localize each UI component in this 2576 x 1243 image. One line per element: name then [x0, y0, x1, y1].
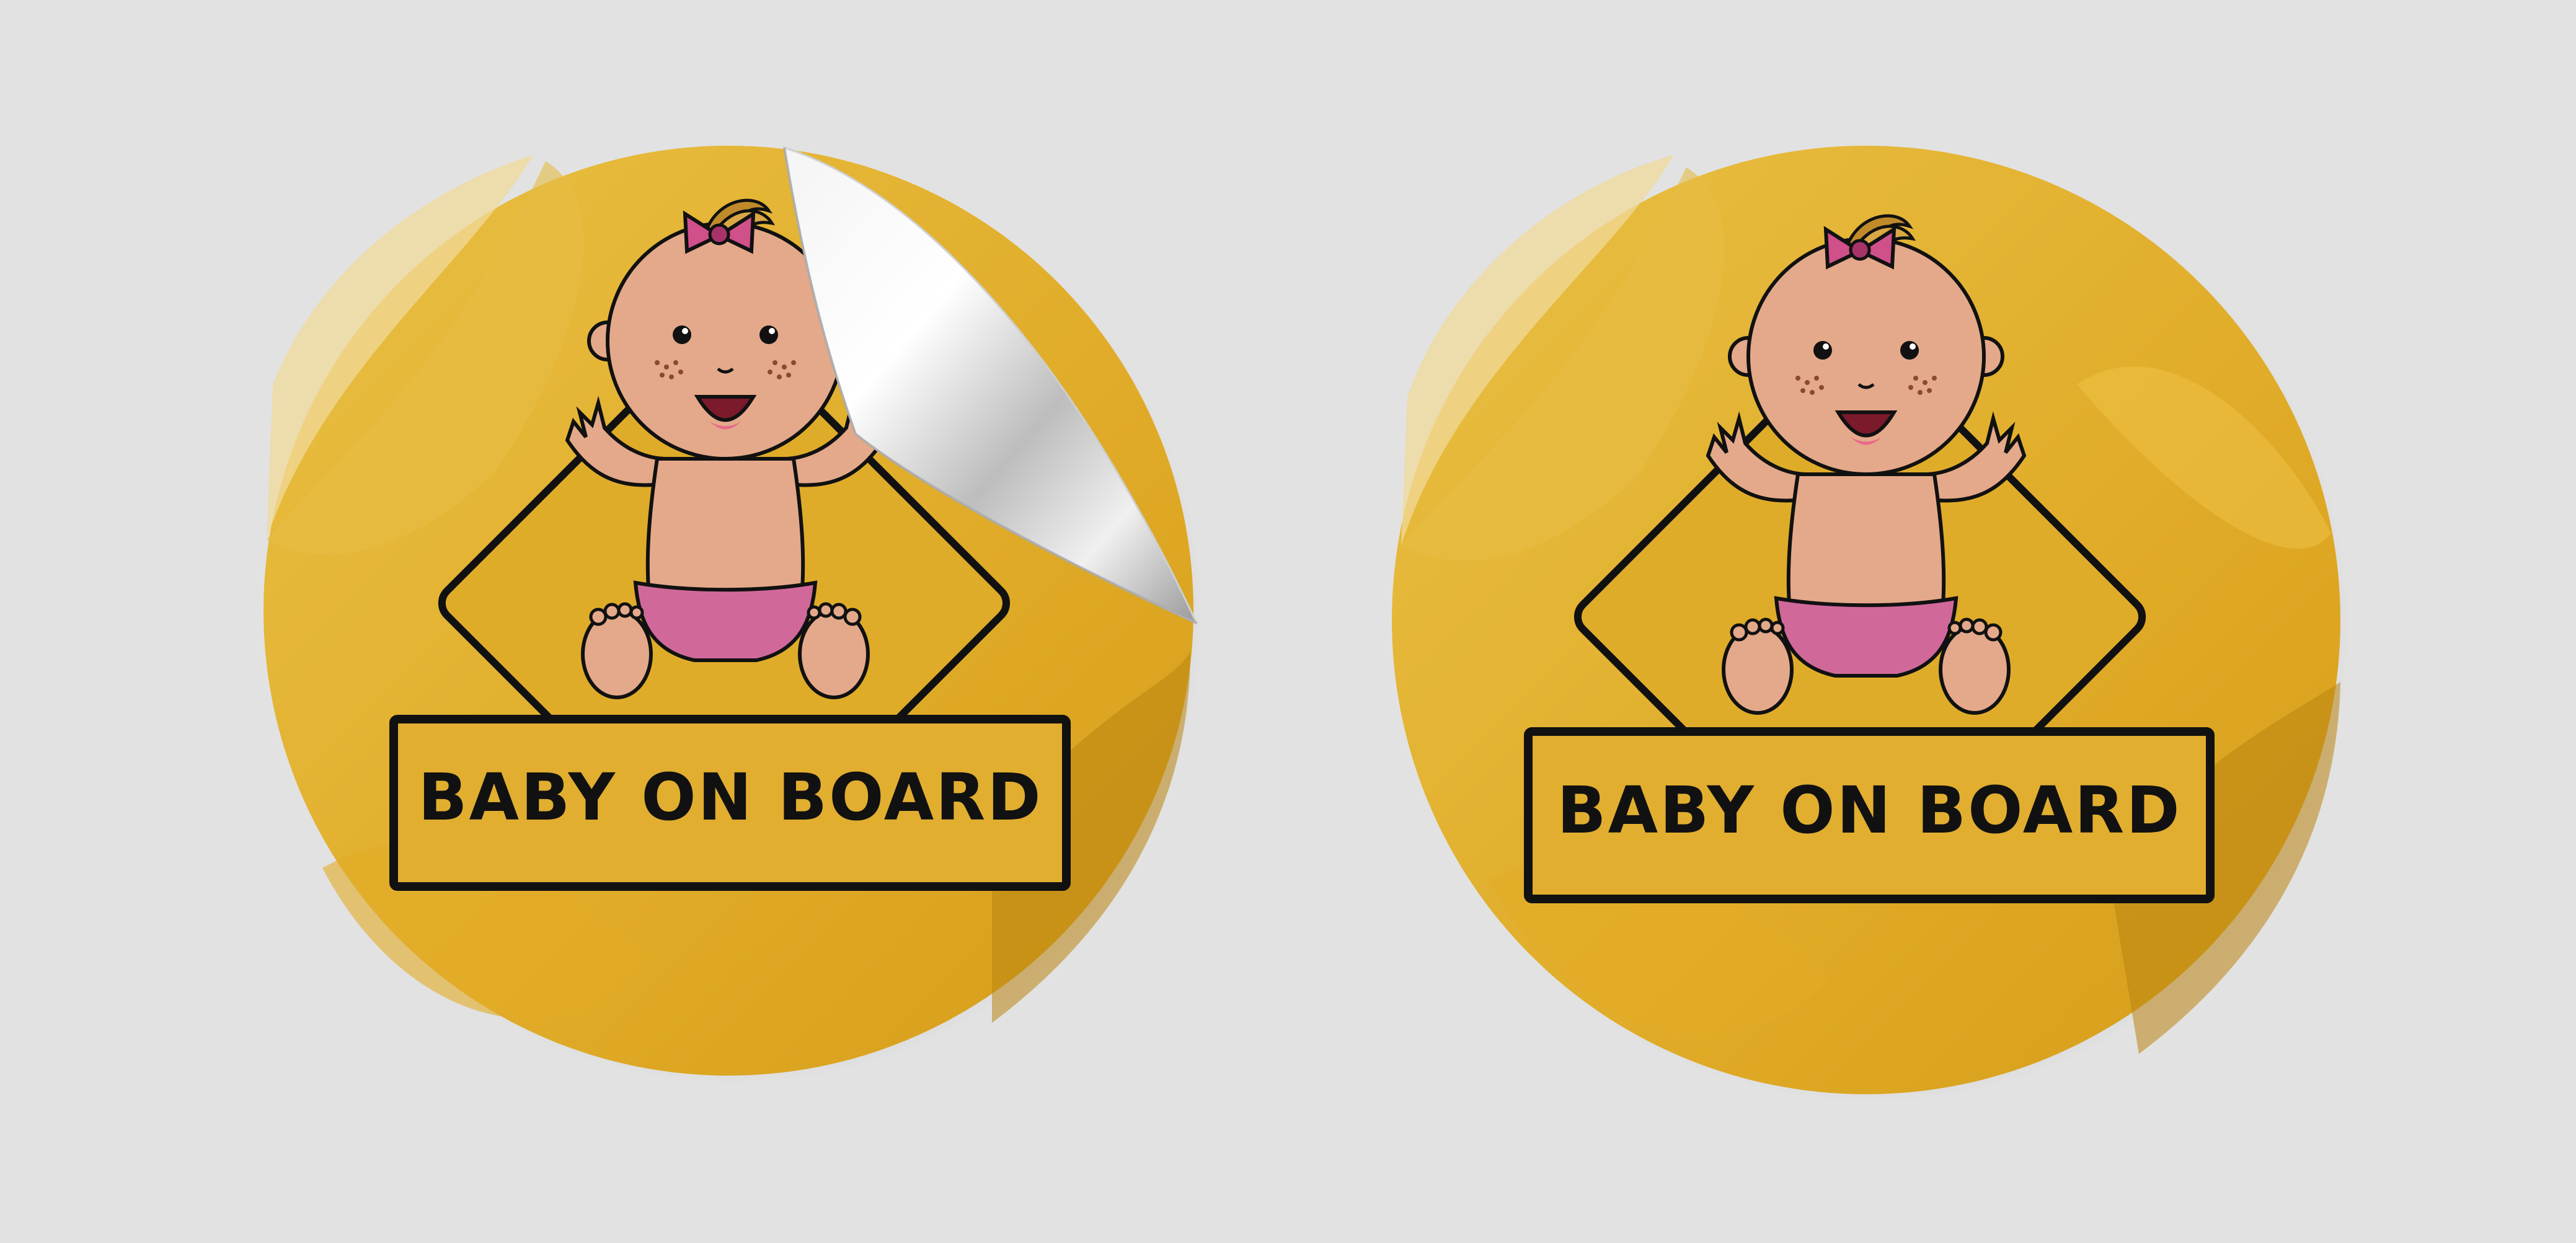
sticker-label: BABY ON BOARD [1557, 772, 2181, 848]
sticker-peeled: BABY ON BOARD [263, 146, 1203, 1085]
mockup-canvas: BABY ON BOARD BABY ON BOARD [263, 146, 2350, 1104]
sticker-flat: BABY ON BOARD [1392, 146, 2350, 1104]
sticker-label: BABY ON BOARD [418, 759, 1042, 835]
label-plate: BABY ON BOARD [1524, 727, 2215, 903]
product-mockup-scene: BABY ON BOARD BABY ON BOARD [0, 0, 2576, 1240]
label-plate: BABY ON BOARD [389, 715, 1071, 891]
